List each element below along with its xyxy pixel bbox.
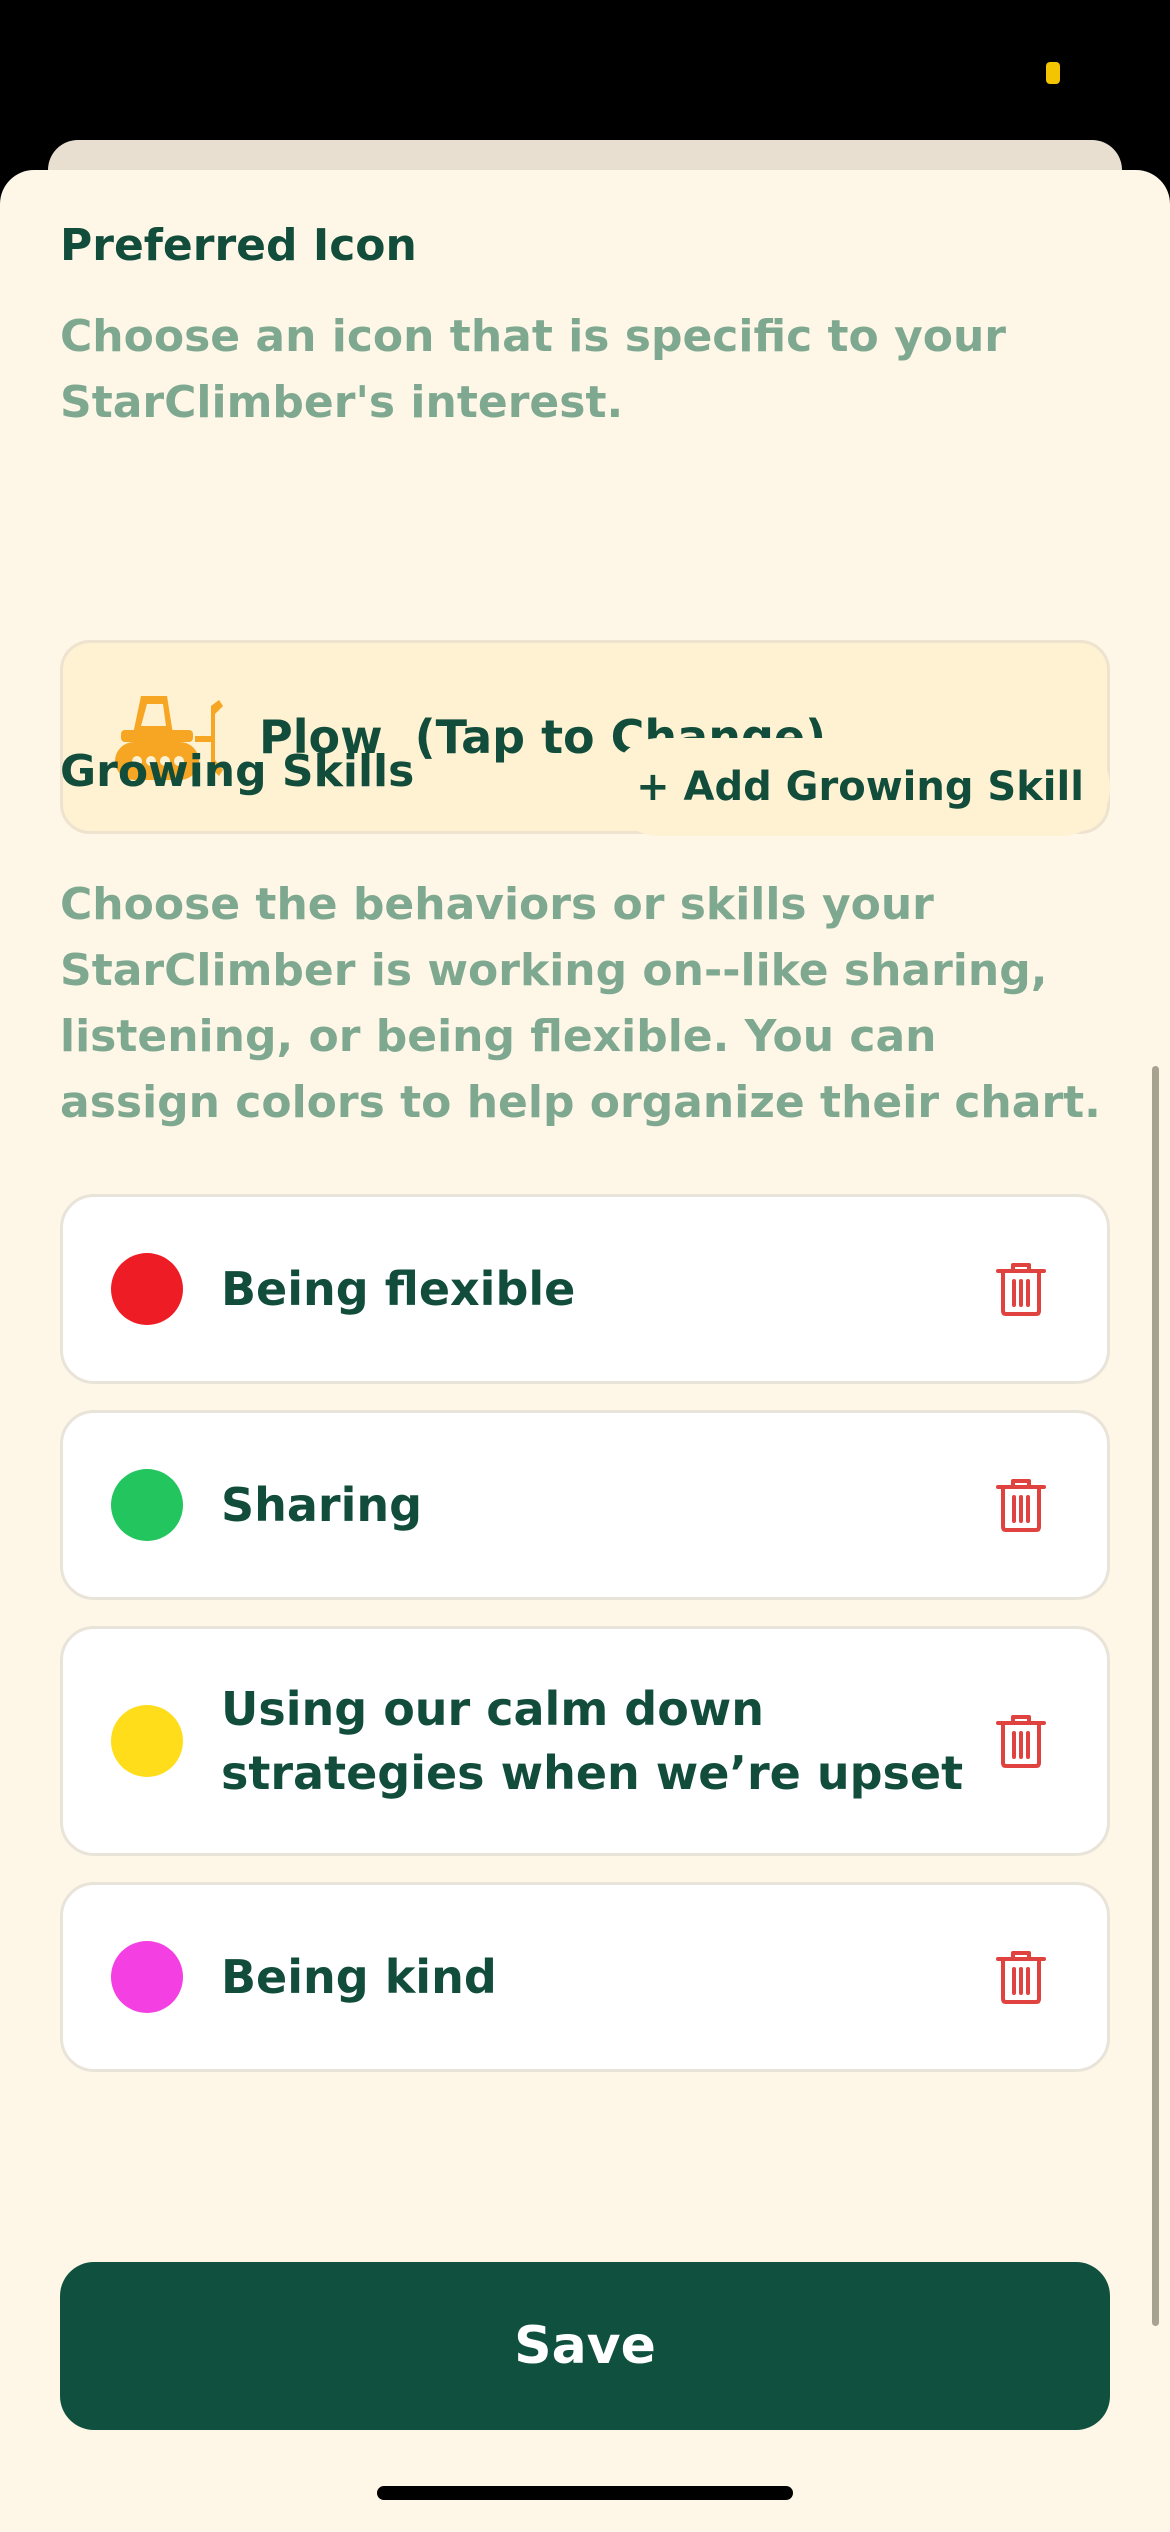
skill-label: Being flexible <box>221 1262 576 1316</box>
skill-card[interactable]: Using our calm down strategies when we’r… <box>60 1626 1110 1856</box>
trash-icon[interactable] <box>995 1713 1047 1769</box>
preferred-icon-description: Choose an icon that is specific to your … <box>60 311 1006 428</box>
edit-starclimber-sheet: Preferred Icon Choose an icon that is sp… <box>0 170 1170 2532</box>
skill-label: Sharing <box>221 1478 423 1532</box>
save-button[interactable]: Save <box>60 2262 1110 2430</box>
skill-card[interactable]: Sharing <box>60 1410 1110 1600</box>
growing-skills-description: Choose the behaviors or skills your Star… <box>60 879 1101 1128</box>
trash-icon[interactable] <box>995 1261 1047 1317</box>
skill-color-dot[interactable] <box>111 1941 183 2013</box>
skill-label: Being kind <box>221 1950 497 2004</box>
skill-card[interactable]: Being kind <box>60 1882 1110 2072</box>
scrollbar[interactable] <box>1152 1066 1159 2326</box>
trash-icon[interactable] <box>995 1477 1047 1533</box>
skill-color-dot[interactable] <box>111 1253 183 1325</box>
add-growing-skill-button[interactable]: + Add Growing Skill <box>610 738 1110 836</box>
screen: Preferred Icon Choose an icon that is sp… <box>0 0 1170 2532</box>
skill-label: Using our calm down strategies when we’r… <box>221 1682 964 1800</box>
skill-color-dot[interactable] <box>111 1469 183 1541</box>
home-indicator <box>377 2486 793 2500</box>
trash-icon[interactable] <box>995 1949 1047 2005</box>
status-indicator <box>1046 62 1060 84</box>
preferred-icon-title: Preferred Icon <box>60 220 417 271</box>
growing-skills-title: Growing Skills <box>60 746 415 797</box>
skill-color-dot[interactable] <box>111 1705 183 1777</box>
skill-card[interactable]: Being flexible <box>60 1194 1110 1384</box>
